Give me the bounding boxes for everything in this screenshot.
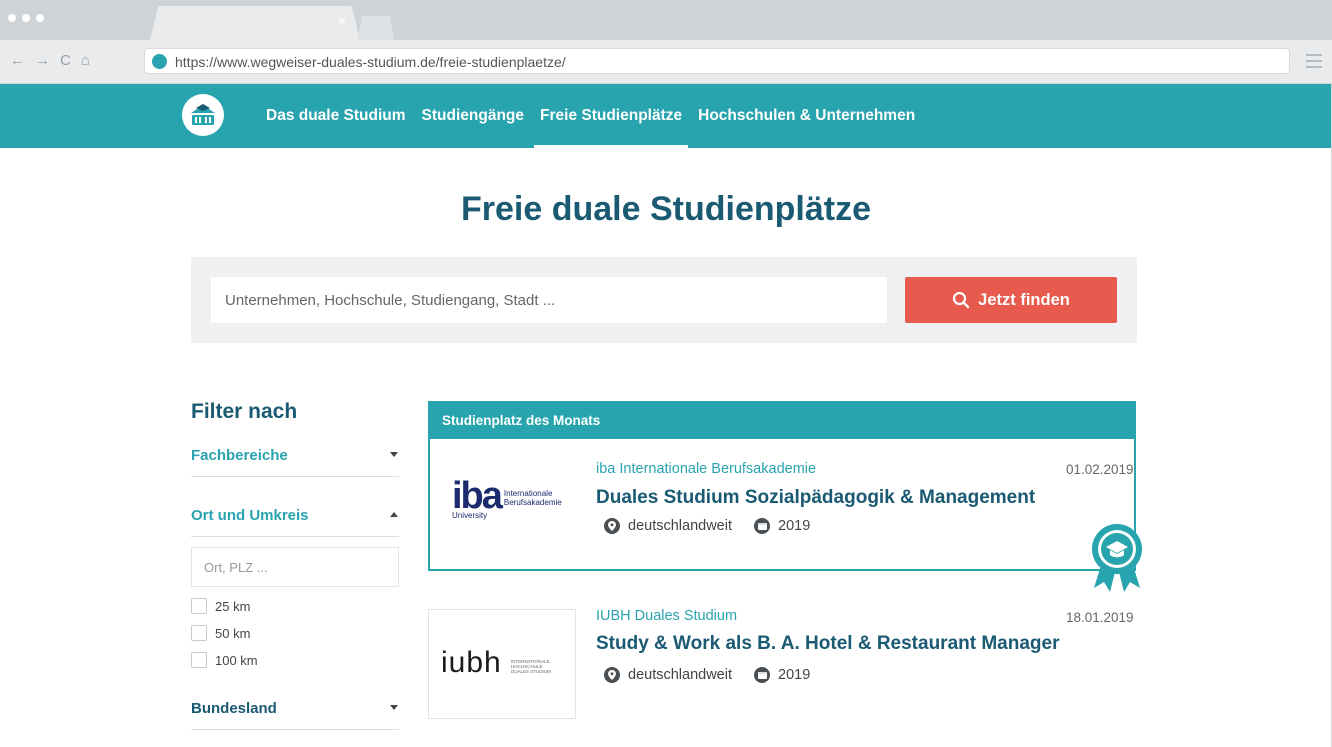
window-maximize-dot[interactable] bbox=[36, 14, 44, 22]
search-button[interactable]: Jetzt finden bbox=[905, 277, 1117, 323]
window-controls[interactable] bbox=[8, 14, 44, 22]
reload-icon[interactable]: C bbox=[60, 52, 71, 70]
listing-location: deutschlandweit bbox=[628, 667, 732, 683]
home-icon[interactable]: ⌂ bbox=[81, 52, 90, 70]
search-input[interactable] bbox=[211, 277, 887, 323]
search-panel: Jetzt finden bbox=[191, 257, 1137, 343]
search-icon bbox=[953, 291, 970, 309]
site-logo[interactable] bbox=[182, 94, 224, 136]
browser-tab[interactable] bbox=[150, 6, 360, 40]
filter-ort-umkreis[interactable]: Ort und Umkreis bbox=[191, 497, 399, 537]
chevron-up-icon bbox=[390, 512, 398, 517]
location-pin-icon bbox=[604, 667, 620, 683]
listing-date: 18.01.2019 bbox=[1066, 610, 1134, 625]
filter-ort-label: Ort und Umkreis bbox=[191, 507, 309, 524]
radius-option-100[interactable]: 100 km bbox=[191, 652, 258, 668]
site-favicon-icon bbox=[152, 54, 167, 69]
filter-bundesland-label: Bundesland bbox=[191, 700, 277, 717]
iubh-logo: iubh bbox=[441, 646, 502, 679]
checkbox[interactable] bbox=[191, 625, 207, 641]
iubh-logo-card[interactable]: iubh INTERNATIONALE HOCHSCHULE DUALES ST… bbox=[428, 609, 576, 719]
location-pin-icon bbox=[604, 518, 620, 534]
calendar-icon bbox=[754, 518, 770, 534]
chevron-down-icon bbox=[390, 705, 398, 710]
new-tab-button[interactable] bbox=[358, 16, 394, 40]
checkbox[interactable] bbox=[191, 652, 207, 668]
filter-fachbereiche-label: Fachbereiche bbox=[191, 447, 288, 464]
filter-bundesland[interactable]: Bundesland bbox=[191, 690, 399, 730]
listing-meta: deutschlandweit 2019 bbox=[604, 667, 810, 683]
radius-option-50[interactable]: 50 km bbox=[191, 625, 250, 641]
radius-option-25[interactable]: 25 km bbox=[191, 598, 250, 614]
tab-close-icon[interactable]: × bbox=[338, 14, 346, 28]
university-building-icon bbox=[191, 104, 215, 125]
listing-title[interactable]: Study & Work als B. A. Hotel & Restauran… bbox=[596, 633, 1059, 655]
award-badge-icon bbox=[1092, 524, 1142, 592]
checkbox[interactable] bbox=[191, 598, 207, 614]
featured-title[interactable]: Duales Studium Sozialpädagogik & Managem… bbox=[596, 487, 1035, 509]
featured-year: 2019 bbox=[778, 518, 811, 534]
window-close-dot[interactable] bbox=[8, 14, 16, 22]
back-arrow-icon[interactable]: ← bbox=[10, 52, 25, 70]
calendar-icon bbox=[754, 667, 770, 683]
nav-item-freie-studienplaetze[interactable]: Freie Studienplätze bbox=[532, 84, 690, 148]
iba-university-label: University bbox=[452, 511, 488, 520]
browser-menu-icon[interactable] bbox=[1306, 54, 1322, 68]
browser-tab-bar: × bbox=[0, 0, 1332, 40]
listing-year: 2019 bbox=[778, 667, 811, 683]
iba-logo: iba Internationale Berufsakademie bbox=[452, 475, 562, 517]
nav-item-studiengaenge[interactable]: Studiengänge bbox=[414, 84, 532, 148]
radius-label: 100 km bbox=[215, 652, 258, 668]
iubh-logo-subtitle: INTERNATIONALE HOCHSCHULE DUALES STUDIUM bbox=[511, 659, 551, 674]
featured-institution[interactable]: iba Internationale Berufsakademie bbox=[596, 461, 816, 477]
radius-label: 50 km bbox=[215, 625, 251, 641]
url-text[interactable]: https://www.wegweiser-duales-studium.de/… bbox=[175, 54, 566, 70]
featured-location: deutschlandweit bbox=[628, 518, 732, 534]
nav-item-das-duale-studium[interactable]: Das duale Studium bbox=[258, 84, 414, 148]
search-button-label: Jetzt finden bbox=[978, 290, 1070, 309]
chevron-down-icon bbox=[390, 452, 398, 457]
window-minimize-dot[interactable] bbox=[22, 14, 30, 22]
filter-title: Filter nach bbox=[191, 400, 298, 423]
site-navigation: Das duale Studium Studiengänge Freie Stu… bbox=[0, 84, 1332, 148]
featured-meta: deutschlandweit 2019 bbox=[604, 518, 810, 534]
browser-toolbar: ← → C ⌂ https://www.wegweiser-duales-stu… bbox=[0, 40, 1332, 84]
page-title: Freie duale Studienplätze bbox=[461, 190, 871, 228]
featured-header: Studienplatz des Monats bbox=[430, 403, 1134, 439]
radius-label: 25 km bbox=[215, 598, 251, 614]
forward-arrow-icon[interactable]: → bbox=[35, 52, 50, 70]
address-bar[interactable]: https://www.wegweiser-duales-studium.de/… bbox=[144, 48, 1290, 74]
nav-item-hochschulen-unternehmen[interactable]: Hochschulen & Unternehmen bbox=[690, 84, 923, 148]
featured-listing-card[interactable]: Studienplatz des Monats iba Internationa… bbox=[428, 401, 1136, 571]
listing-institution[interactable]: IUBH Duales Studium bbox=[596, 608, 737, 624]
location-input[interactable] bbox=[191, 547, 399, 587]
featured-date: 01.02.2019 bbox=[1066, 462, 1134, 477]
filter-fachbereiche[interactable]: Fachbereiche bbox=[191, 437, 399, 477]
